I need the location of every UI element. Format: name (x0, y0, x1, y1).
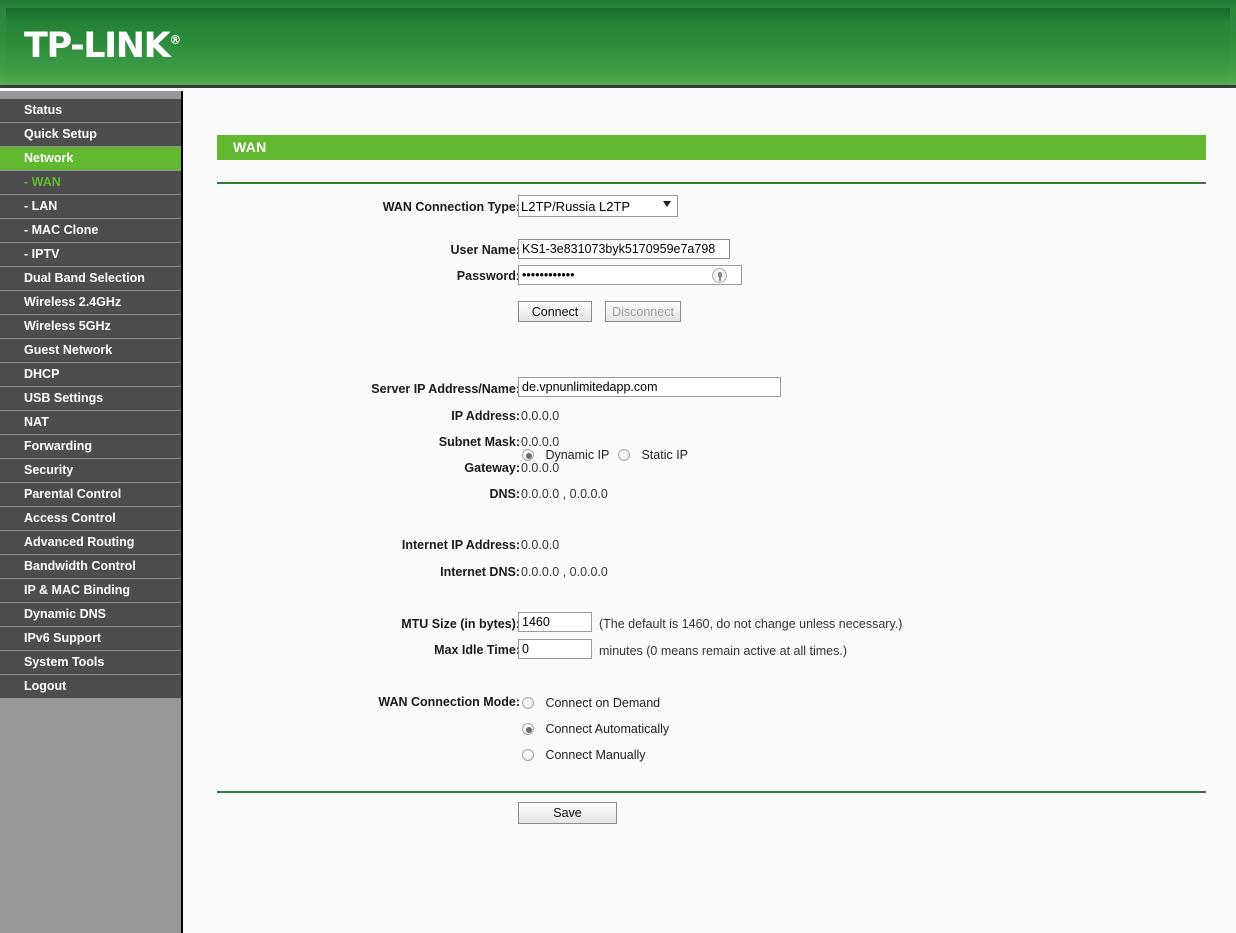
content-divider-bottom (217, 791, 1206, 793)
mtu-label: MTU Size (in bytes): (401, 617, 520, 631)
page-title: WAN (233, 139, 267, 155)
sidebar-item-network[interactable]: Network (0, 147, 181, 171)
sidebar-item-security[interactable]: Security (0, 459, 181, 483)
user-name-label: User Name: (450, 243, 520, 257)
sidebar-item-bandwidth-control[interactable]: Bandwidth Control (0, 555, 181, 579)
sidebar-item-dual-band-selection[interactable]: Dual Band Selection (0, 267, 181, 291)
sidebar-item-logout[interactable]: Logout (0, 675, 181, 699)
password-input[interactable] (518, 265, 742, 285)
sidebar-item-dhcp[interactable]: DHCP (0, 363, 181, 387)
wan-type-select-wrapper[interactable]: L2TP/Russia L2TP (518, 195, 678, 217)
internet-dns-value: 0.0.0.0 , 0.0.0.0 (521, 565, 608, 579)
sidebar-nav: Status Quick Setup Network - WAN - LAN - MAC … (0, 91, 183, 933)
sidebar-item-wireless-2-4ghz[interactable]: Wireless 2.4GHz (0, 291, 181, 315)
dns-value: 0.0.0.0 , 0.0.0.0 (521, 487, 608, 501)
page-title-bar: WAN (217, 135, 1206, 160)
radio-dynamic-ip-icon[interactable] (522, 449, 534, 461)
gateway-label: Gateway: (464, 461, 520, 475)
sidebar-item-ipv6-support[interactable]: IPv6 Support (0, 627, 181, 651)
max-idle-hint: minutes (0 means remain active at all ti… (599, 644, 848, 658)
gateway-value: 0.0.0.0 (521, 461, 560, 475)
sidebar-item-lan[interactable]: - LAN (0, 195, 181, 219)
sidebar-item-guest-network[interactable]: Guest Network (0, 339, 181, 363)
connection-mode-label: WAN Connection Mode: (378, 695, 520, 709)
sidebar-item-advanced-routing[interactable]: Advanced Routing (0, 531, 181, 555)
sidebar-item-status[interactable]: Status (0, 99, 181, 123)
save-button[interactable]: Save (518, 802, 617, 824)
sidebar-item-ip-mac-binding[interactable]: IP & MAC Binding (0, 579, 181, 603)
router-admin-page: TP-LINK® Status Quick Setup Network - WAN - … (0, 0, 1236, 933)
connection-mode-automatically-label: Connect Automatically (545, 722, 670, 736)
server-ip-label: Server IP Address/Name: (371, 382, 520, 396)
ip-address-label: IP Address: (451, 409, 520, 423)
dns-label: DNS: (489, 487, 520, 501)
sidebar-item-dynamic-dns[interactable]: Dynamic DNS (0, 603, 181, 627)
internet-ip-value: 0.0.0.0 (521, 538, 560, 552)
ip-mode-option-static[interactable]: Static IP (618, 446, 688, 464)
connection-mode-manually-label: Connect Manually (545, 748, 646, 762)
max-idle-label: Max Idle Time: (434, 643, 520, 657)
content-divider-top (217, 182, 1206, 184)
max-idle-input[interactable] (518, 639, 592, 659)
connection-mode-on-demand-label: Connect on Demand (545, 696, 661, 710)
registered-mark-icon: ® (169, 33, 182, 47)
reveal-password-icon[interactable] (712, 268, 727, 283)
sidebar-item-nat[interactable]: NAT (0, 411, 181, 435)
wan-type-select[interactable]: L2TP/Russia L2TP (518, 195, 678, 217)
connection-mode-option-on-demand[interactable]: Connect on Demand (522, 694, 660, 712)
radio-static-ip-icon[interactable] (618, 449, 630, 461)
sidebar-item-parental-control[interactable]: Parental Control (0, 483, 181, 507)
connection-mode-option-automatically[interactable]: Connect Automatically (522, 720, 669, 738)
internet-ip-label: Internet IP Address: (401, 538, 520, 552)
sidebar-item-wireless-5ghz[interactable]: Wireless 5GHz (0, 315, 181, 339)
sidebar-top-spacer (0, 91, 181, 99)
connect-button[interactable]: Connect (518, 301, 592, 322)
wan-type-label: WAN Connection Type: (382, 200, 520, 214)
sidebar-item-forwarding[interactable]: Forwarding (0, 435, 181, 459)
main-content: WAN WAN Connection Type: L2TP/Russia L2T… (185, 91, 1236, 933)
radio-connect-automatically-icon[interactable] (522, 723, 534, 735)
mtu-hint: (The default is 1460, do not change unle… (599, 617, 903, 631)
sidebar-item-system-tools[interactable]: System Tools (0, 651, 181, 675)
sidebar-item-wan[interactable]: - WAN (0, 171, 181, 195)
ip-mode-static-label: Static IP (641, 448, 688, 462)
sidebar-item-iptv[interactable]: - IPTV (0, 243, 181, 267)
sidebar-item-usb-settings[interactable]: USB Settings (0, 387, 181, 411)
subnet-mask-label: Subnet Mask: (438, 435, 520, 449)
ip-mode-dynamic-label: Dynamic IP (545, 448, 610, 462)
connection-mode-option-manually[interactable]: Connect Manually (522, 746, 646, 764)
sidebar-item-mac-clone[interactable]: - MAC Clone (0, 219, 181, 243)
password-label: Password: (456, 269, 520, 283)
page-header: TP-LINK® (0, 0, 1236, 88)
mtu-input[interactable] (518, 612, 592, 632)
sidebar-item-access-control[interactable]: Access Control (0, 507, 181, 531)
server-ip-input[interactable] (518, 377, 781, 397)
disconnect-button: Disconnect (605, 301, 681, 322)
user-name-input[interactable] (518, 239, 730, 259)
radio-connect-on-demand-icon[interactable] (522, 697, 534, 709)
tplink-logo: TP-LINK® (24, 26, 181, 66)
subnet-mask-value: 0.0.0.0 (521, 435, 560, 449)
internet-dns-label: Internet DNS: (440, 565, 520, 579)
brand-text: TP-LINK (24, 26, 171, 66)
ip-address-value: 0.0.0.0 (521, 409, 560, 423)
radio-connect-manually-icon[interactable] (522, 749, 534, 761)
sidebar-menu: Status Quick Setup Network - WAN - LAN - MAC … (0, 99, 181, 699)
sidebar-item-quick-setup[interactable]: Quick Setup (0, 123, 181, 147)
header-gradient-band (6, 8, 1230, 85)
